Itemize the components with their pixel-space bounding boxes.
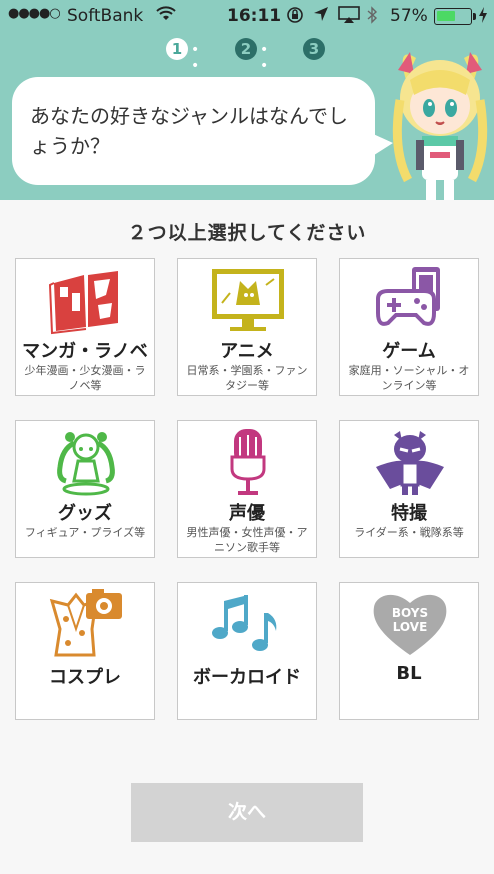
genre-subtitle: フィギュア・プライズ等 <box>24 526 146 539</box>
genre-card-game[interactable]: ゲーム 家庭用・ソーシャル・オンライン等 <box>339 258 479 396</box>
genre-subtitle: ライダー系・戦隊系等 <box>354 526 464 539</box>
genre-title: ゲーム <box>382 341 436 362</box>
genre-title: 声優 <box>229 503 265 524</box>
heart-text-love: LOVE <box>393 620 428 634</box>
step-2: 2 <box>235 38 257 60</box>
genre-card-voice-actor[interactable]: 声優 男性声優・女性声優・アニソン歌手等 <box>177 420 317 558</box>
instruction-text: ２つ以上選択してください <box>127 222 367 244</box>
carrier-name: SoftBank <box>67 6 144 26</box>
music-notes-icon <box>212 595 277 651</box>
genre-title: マンガ・ラノベ <box>22 341 148 362</box>
header: ●●●●○ SoftBank 16:11 57% 1 • • • • 2 • <box>0 0 494 200</box>
mascot-character-image <box>392 52 488 200</box>
hero-icon <box>376 431 444 495</box>
game-controller-icon <box>376 267 440 326</box>
step-1: 1 <box>166 38 188 60</box>
speech-bubble: あなたの好きなジャンルはなんでしょうか？ <box>12 77 393 185</box>
bluetooth-icon <box>366 6 378 29</box>
airplay-icon <box>338 6 360 29</box>
genre-subtitle: 男性声優・女性声優・アニソン歌手等 <box>186 526 308 554</box>
clock: 16:11 <box>227 6 282 26</box>
signal-strength-icon: ●●●●○ <box>8 6 61 21</box>
battery-icon <box>434 8 476 25</box>
next-button[interactable]: 次へ <box>131 783 363 842</box>
genre-subtitle: 少年漫画・少女漫画・ラノベ等 <box>24 364 146 392</box>
battery-percent: 57% <box>390 6 428 26</box>
anime-monitor-icon <box>212 269 284 331</box>
location-arrow-icon <box>313 6 329 27</box>
charging-bolt-icon <box>478 6 488 28</box>
battery-fill <box>437 11 455 21</box>
question-text: あなたの好きなジャンルはなんでしょうか？ <box>30 104 348 158</box>
step-3: 3 <box>303 38 325 60</box>
genre-card-tokusatsu[interactable]: 特撮 ライダー系・戦隊系等 <box>339 420 479 558</box>
genre-grid: マンガ・ラノベ 少年漫画・少女漫画・ラノベ等 アニメ 日常系・学園系・ファンタジ… <box>15 258 479 720</box>
genre-title: BL <box>396 663 422 684</box>
heart-icon: BOYS LOVE <box>373 594 447 655</box>
genre-card-manga[interactable]: マンガ・ラノベ 少年漫画・少女漫画・ラノベ等 <box>15 258 155 396</box>
genre-card-anime[interactable]: アニメ 日常系・学園系・ファンタジー等 <box>177 258 317 396</box>
genre-title: 特撮 <box>391 503 427 524</box>
status-bar: ●●●●○ SoftBank 16:11 57% <box>0 0 494 34</box>
manga-book-icon <box>48 271 118 335</box>
figure-icon <box>57 432 115 496</box>
genre-card-goods[interactable]: グッズ フィギュア・プライズ等 <box>15 420 155 558</box>
wifi-icon <box>156 6 176 27</box>
genre-card-vocaloid[interactable]: ボーカロイド <box>177 582 317 720</box>
genre-title: ボーカロイド <box>193 667 301 688</box>
genre-subtitle: 家庭用・ソーシャル・オンライン等 <box>348 364 470 392</box>
genre-title: コスプレ <box>49 667 121 688</box>
genre-title: アニメ <box>220 341 274 362</box>
microphone-icon <box>230 429 266 495</box>
rotation-lock-icon <box>286 6 304 29</box>
costume-camera-icon <box>49 589 122 657</box>
genre-card-bl[interactable]: BOYS LOVE BL <box>339 582 479 720</box>
genre-title: グッズ <box>58 503 112 524</box>
genre-subtitle: 日常系・学園系・ファンタジー等 <box>186 364 308 392</box>
genre-card-cosplay[interactable]: コスプレ <box>15 582 155 720</box>
heart-text-boys: BOYS <box>392 606 428 620</box>
